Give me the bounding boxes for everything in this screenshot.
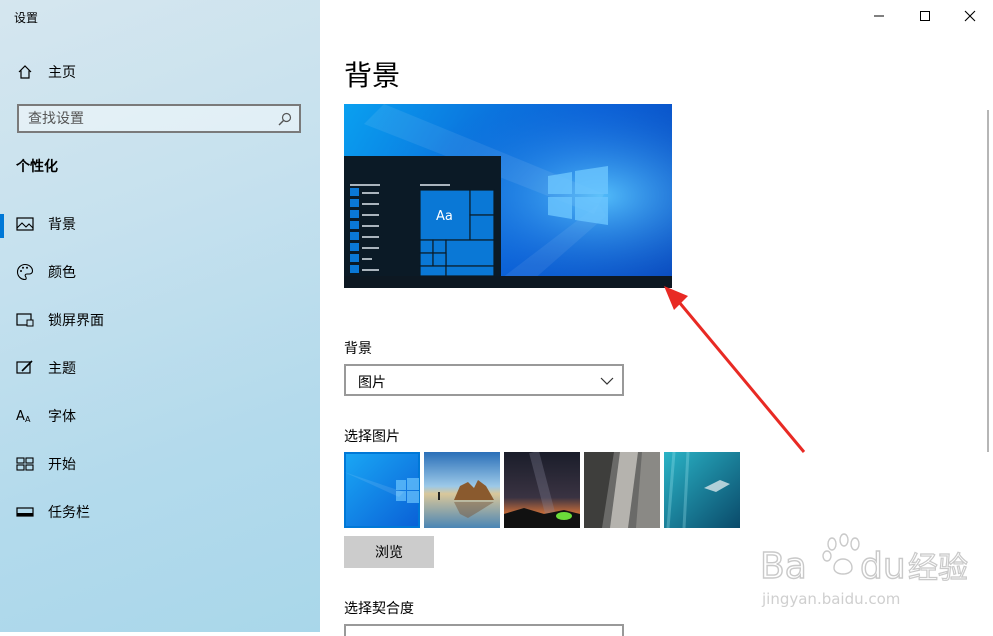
svg-text:Ba: Ba [760,546,807,587]
dropdown-value: 图片 [358,375,386,391]
sidebar-item-color[interactable]: 颜色 [0,252,320,292]
background-label: 背景 [344,341,372,357]
close-icon [964,10,976,22]
annotation-arrow [664,286,806,453]
maximize-icon [920,11,930,21]
app-title: 设置 [14,11,39,25]
sidebar-item-label: 锁屏界面 [48,313,104,329]
sidebar-item-background[interactable]: 背景 [0,204,320,244]
start-grid-icon [16,455,34,473]
font-icon: AA [16,407,34,425]
sidebar-item-taskbar[interactable]: 任务栏 [0,492,320,532]
wallpaper-thumb-rock[interactable] [584,452,660,528]
minimize-icon [874,15,884,17]
sidebar-item-label: 字体 [48,409,76,425]
search-input[interactable] [19,106,268,131]
page-title: 背景 [344,59,401,92]
watermark-brand-cn: 经验 [908,551,968,586]
minimize-button[interactable] [856,0,902,32]
theme-brush-icon [16,359,34,377]
close-button[interactable] [947,0,993,32]
desktop-preview-graphic: Aa [344,104,672,288]
sidebar-item-label: 任务栏 [48,505,90,521]
nav-home-label: 主页 [48,65,76,81]
choose-picture-label: 选择图片 [344,429,400,445]
lock-screen-icon [16,311,34,329]
palette-icon [16,263,34,281]
tile-text: Aa [436,209,453,224]
sidebar-item-start[interactable]: 开始 [0,444,320,484]
paw-icon [822,533,860,575]
wallpaper-thumb-windows[interactable] [344,452,420,528]
wallpaper-thumb-underwater[interactable] [664,452,740,528]
wallpaper-thumb-beach[interactable] [424,452,500,528]
nav-home[interactable]: 主页 [0,52,320,92]
background-type-dropdown[interactable]: 图片 [344,364,624,396]
desktop-preview: Aa [344,104,672,288]
svg-text:du: du [860,546,906,587]
sidebar-item-label: 背景 [48,217,76,233]
home-icon [16,63,34,81]
sidebar-item-label: 颜色 [48,265,76,281]
svg-text:A: A [16,409,25,424]
sidebar-item-font[interactable]: AA 字体 [0,396,320,436]
fit-label: 选择契合度 [344,601,414,617]
section-title: 个性化 [16,159,58,175]
sidebar-item-label: 主题 [48,361,76,377]
sidebar-item-label: 开始 [48,457,76,473]
scrollbar[interactable] [987,110,989,452]
taskbar-icon [16,503,34,521]
wallpaper-thumb-night-sky[interactable] [504,452,580,528]
search-box[interactable] [17,104,301,133]
fit-dropdown[interactable] [344,624,624,636]
picture-icon [16,215,34,233]
maximize-button[interactable] [902,0,948,32]
watermark-url: jingyan.baidu.com [761,590,900,608]
watermark: Ba du 经验 jingyan.baidu.com [759,520,990,615]
sidebar: 设置 主页 个性化 背景 颜色 锁屏界面 主题 A [0,0,320,632]
sidebar-item-theme[interactable]: 主题 [0,348,320,388]
browse-button[interactable]: 浏览 [344,536,434,568]
chevron-down-icon [600,377,614,385]
search-icon [278,112,292,126]
svg-text:A: A [25,415,31,424]
sidebar-item-lock-screen[interactable]: 锁屏界面 [0,300,320,340]
